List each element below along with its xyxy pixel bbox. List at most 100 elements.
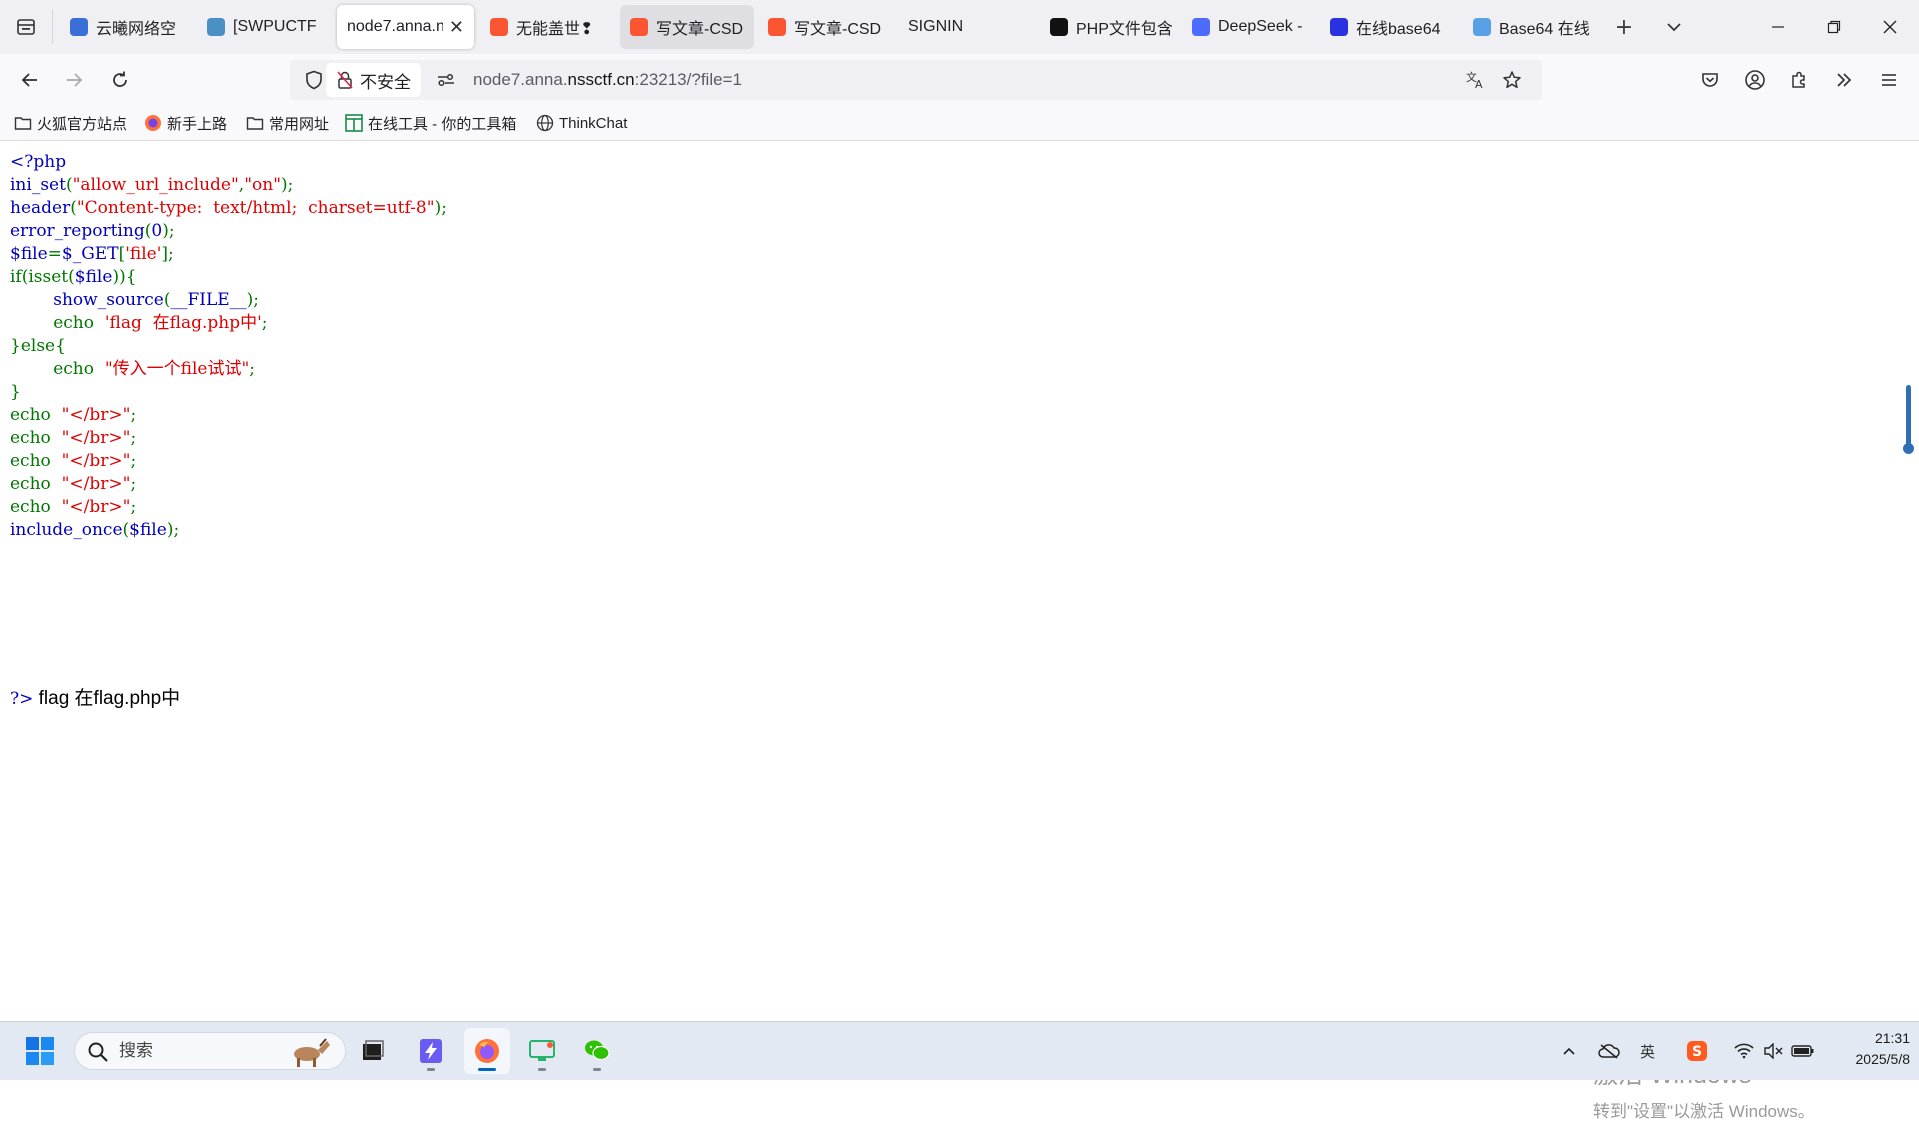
csdn-icon	[490, 18, 508, 36]
tray-wifi[interactable]	[1728, 1032, 1760, 1070]
code-token: echo	[10, 428, 62, 448]
stack-icon	[1473, 18, 1491, 36]
tab[interactable]: DeepSeek -	[1182, 5, 1322, 49]
bookmark-item[interactable]: 在线工具 - 你的工具箱	[345, 111, 516, 135]
tray-onedrive[interactable]	[1593, 1032, 1625, 1070]
extensions-button[interactable]	[1781, 62, 1817, 98]
code-line: echo "</br>";	[10, 473, 447, 496]
code-token: "</br>"	[61, 405, 131, 425]
php-source-code: <?php ini_set("allow_url_include","on"); h…	[10, 151, 447, 542]
forward-button[interactable]	[56, 62, 92, 98]
scrollbar-thumb[interactable]	[1906, 385, 1911, 451]
tab-label: 写文章-CSDI	[656, 21, 744, 38]
more-tools-button[interactable]	[1826, 62, 1862, 98]
code-token: "</br>"	[61, 428, 131, 448]
code-token: ;	[261, 313, 268, 333]
code-token: echo	[10, 474, 62, 494]
k-icon	[1050, 18, 1068, 36]
code-token: ;	[249, 359, 256, 379]
tab[interactable]: [SWPUCTF 2	[197, 5, 331, 49]
tab-label: 写文章-CSDI	[794, 21, 882, 38]
code-line: echo 'flag 在flag.php中';	[10, 312, 447, 335]
code-token: 'flag 在flag.php中'	[104, 313, 262, 333]
tray-battery[interactable]	[1787, 1032, 1819, 1070]
restore-button[interactable]	[1806, 0, 1862, 54]
scrollbar-thumb-end[interactable]	[1903, 443, 1914, 454]
bookmark-item[interactable]: 新手上路	[144, 111, 227, 135]
code-token: }else{	[10, 336, 66, 356]
bookmark-item[interactable]: 常用网址	[246, 111, 329, 135]
tray-overflow-button[interactable]	[1553, 1032, 1585, 1070]
close-window-button[interactable]	[1862, 0, 1918, 54]
taskbar-firefox[interactable]	[464, 1028, 510, 1074]
tab[interactable]: Base64 在线	[1463, 5, 1603, 49]
code-token: );	[434, 198, 447, 218]
minimize-button[interactable]	[1750, 0, 1806, 54]
taskbar-search-box[interactable]: 搜索	[74, 1032, 346, 1070]
code-line: show_source(__FILE__);	[10, 289, 447, 312]
bookmark-label: 常用网址	[269, 115, 330, 133]
code-line: echo "</br>";	[10, 496, 447, 519]
tab-label: DeepSeek -	[1218, 18, 1303, 35]
folder-icon	[14, 114, 32, 132]
tab[interactable]: 写文章-CSDI	[620, 5, 754, 49]
taskbar-app-bolt[interactable]	[408, 1028, 454, 1074]
connection-security-button[interactable]: 不安全	[326, 63, 421, 97]
tray-sogou[interactable]: S	[1681, 1032, 1713, 1070]
taskbar-wechat[interactable]	[574, 1028, 620, 1074]
taskbar-clock[interactable]: 21:31 2025/5/8	[1826, 1028, 1911, 1070]
toolbox-icon	[345, 114, 363, 132]
tab[interactable]: 云曦网络空间	[60, 5, 186, 49]
reload-button[interactable]	[102, 62, 138, 98]
translate-button[interactable]: 文A	[1460, 64, 1492, 96]
code-token: include_once	[10, 520, 123, 540]
code-token: echo	[10, 313, 105, 333]
new-tab-button[interactable]: +	[1607, 10, 1641, 44]
start-button[interactable]	[17, 1028, 63, 1074]
firefox-icon	[475, 1039, 499, 1063]
tray-input-method[interactable]: 英	[1633, 1032, 1665, 1070]
search-placeholder: 搜索	[119, 1041, 153, 1060]
list-all-tabs-button[interactable]	[1657, 10, 1691, 44]
code-line: header("Content-type: text/html; charset…	[10, 197, 447, 220]
code-token: "Content-type: text/html; charset=utf-8"	[76, 198, 435, 218]
bookmark-star-button[interactable]	[1496, 64, 1528, 96]
pocket-button[interactable]	[1692, 62, 1728, 98]
tab[interactable]: 无能盖世❢	[480, 5, 616, 49]
back-button[interactable]	[12, 62, 48, 98]
firefox-view-icon	[17, 19, 35, 35]
monitor-app-icon	[529, 1040, 555, 1061]
security-label: 不安全	[360, 72, 411, 92]
tab[interactable]: node7.anna.n ✕	[337, 5, 474, 49]
tab-label: 无能盖世❢	[516, 21, 594, 38]
tab[interactable]: 写文章-CSDI	[758, 5, 892, 49]
permissions-button[interactable]	[430, 64, 462, 96]
tab[interactable]: 在线base64	[1320, 5, 1462, 49]
bookmark-item[interactable]: 火狐官方站点	[14, 111, 127, 135]
tray-volume[interactable]	[1757, 1032, 1789, 1070]
account-button[interactable]	[1737, 62, 1773, 98]
plus-icon: +	[1614, 14, 1634, 40]
bookmark-item[interactable]: ThinkChat	[536, 111, 627, 135]
code-token: error_reporting	[10, 221, 145, 241]
tab[interactable]: PHP文件包含	[1040, 5, 1182, 49]
app-menu-button[interactable]	[1871, 62, 1907, 98]
code-token: "on"	[244, 175, 282, 195]
star-icon	[1503, 71, 1521, 89]
code-token: echo	[10, 359, 105, 379]
sogou-icon: S	[1687, 1041, 1707, 1061]
lightning-app-icon	[420, 1039, 442, 1063]
code-token: (	[70, 198, 77, 218]
close-tab-icon[interactable]: ✕	[449, 17, 464, 38]
code-line: echo "传入一个file试试";	[10, 358, 447, 381]
taskbar-task-view[interactable]	[350, 1028, 396, 1074]
watermark-subtitle: 转到"设置"以激活 Windows。	[1593, 1102, 1815, 1121]
code-token: );	[281, 175, 294, 195]
taskbar-remote-app[interactable]	[519, 1028, 565, 1074]
bookmark-label: ThinkChat	[559, 114, 628, 132]
url-text[interactable]: node7.anna.nssctf.cn:23213/?file=1	[473, 60, 742, 100]
code-line: echo "</br>";	[10, 450, 447, 473]
tab[interactable]: SIGNIN	[898, 5, 1048, 49]
firefox-view-button[interactable]	[0, 0, 52, 54]
address-bar[interactable]: 不安全 node7.anna.nssctf.cn:23213/?file=1 文…	[290, 60, 1542, 100]
